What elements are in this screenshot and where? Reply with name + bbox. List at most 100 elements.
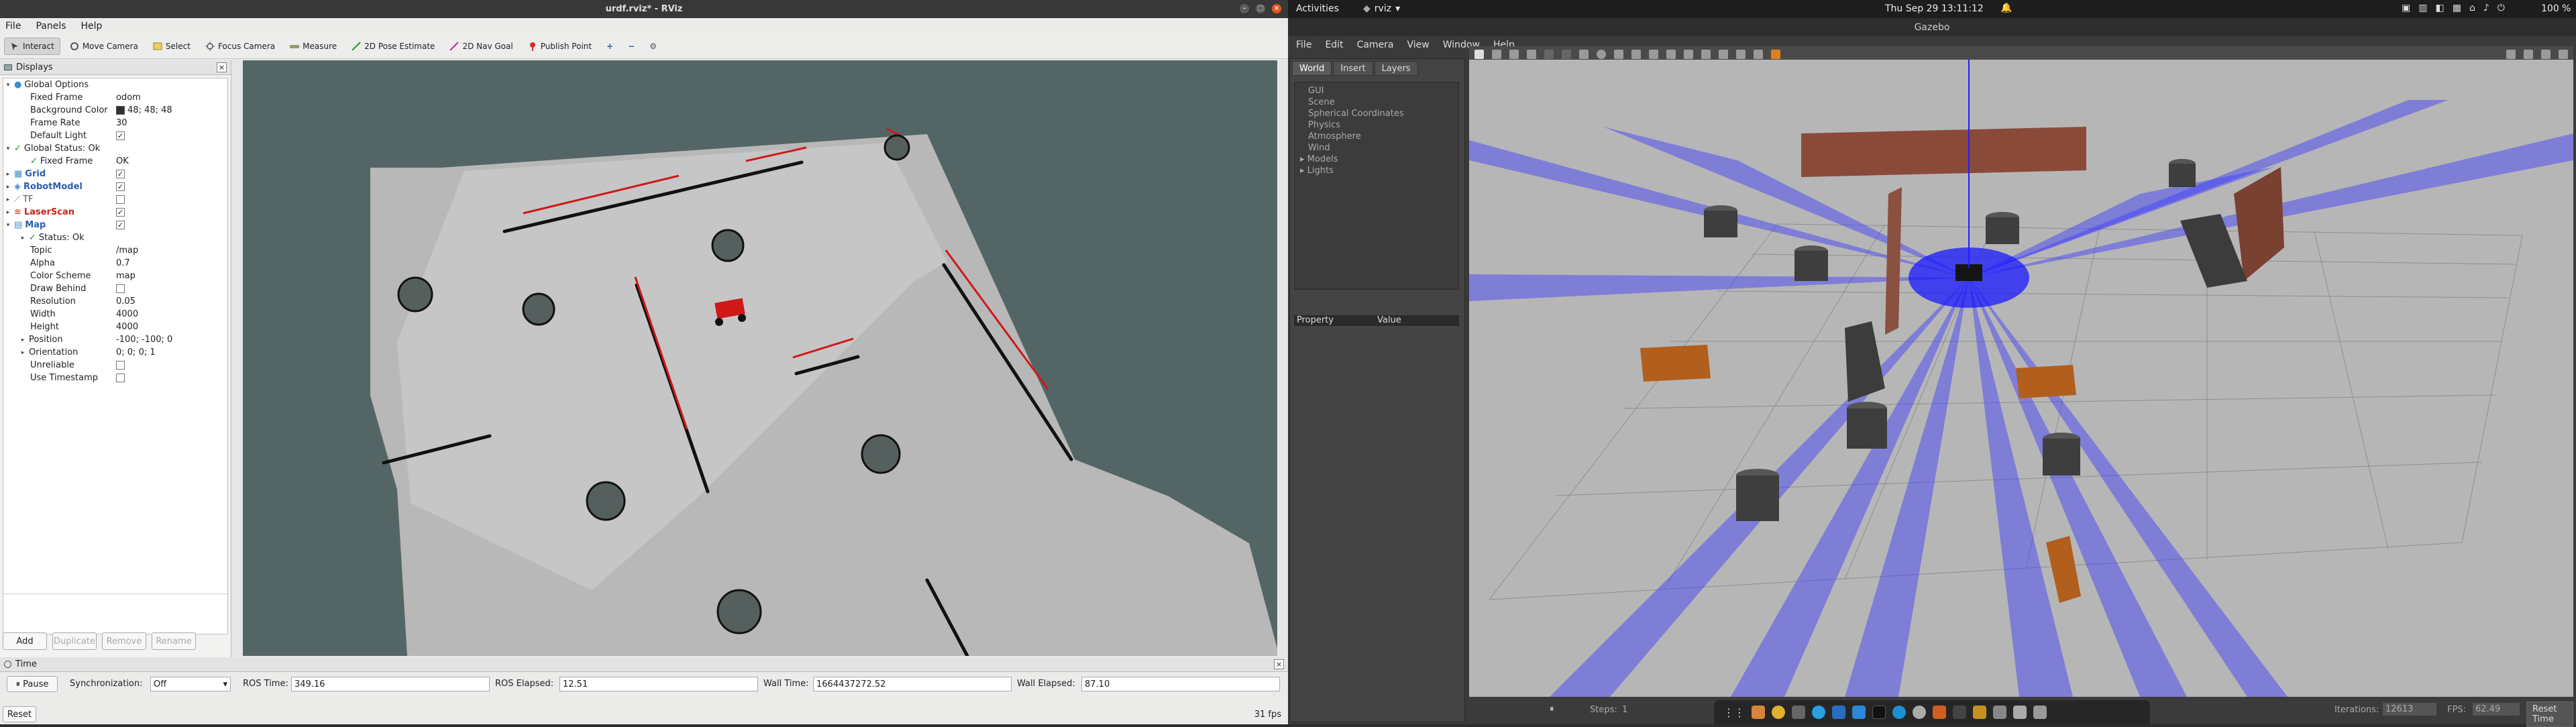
cylinder-shape-icon[interactable]	[1614, 50, 1623, 59]
tree-row-orientation[interactable]: ▸ Orientation 0; 0; 0; 1	[3, 346, 227, 359]
chevron-down-icon[interactable]: ▾	[5, 146, 11, 152]
minimize-icon[interactable]: –	[1240, 4, 1249, 13]
chevron-right-icon[interactable]: ▸	[5, 209, 11, 216]
gazebo-3d-scene[interactable]	[1469, 60, 2573, 697]
chevron-right-icon[interactable]: ▸	[5, 197, 11, 203]
scale-mode-icon[interactable]	[1527, 50, 1536, 59]
tree-row-fixed-frame[interactable]: Fixed Frame odom	[3, 91, 227, 104]
tree-item-gui[interactable]: GUI	[1308, 85, 1458, 97]
tree-item-wind[interactable]: Wind	[1308, 142, 1458, 154]
chevron-right-icon[interactable]: ▸	[19, 349, 26, 356]
reset-time-button[interactable]: Reset Time	[2526, 702, 2573, 727]
window-icon[interactable]	[1993, 706, 2006, 719]
interact-button[interactable]: Interact	[4, 38, 60, 55]
add-tool-button[interactable]: +	[601, 38, 619, 54]
robot-app-icon[interactable]	[1973, 706, 1986, 719]
panel-splitter[interactable]	[232, 60, 243, 656]
vscode-icon[interactable]	[1852, 706, 1866, 719]
tree-row-alpha[interactable]: Alpha 0.7	[3, 257, 227, 270]
video-icon[interactable]	[2559, 50, 2568, 59]
tree-row-fixed-frame-status[interactable]: ✓ Fixed Frame OK	[3, 155, 227, 168]
ros-elapsed-field[interactable]: 12.51	[559, 677, 758, 691]
focus-camera-button[interactable]: Focus Camera	[200, 38, 280, 54]
chevron-down-icon[interactable]: ▾	[5, 82, 11, 89]
point-light-icon[interactable]	[1631, 50, 1641, 59]
publish-point-button[interactable]: Publish Point	[523, 38, 597, 54]
tree-row-unreliable[interactable]: Unreliable	[3, 359, 227, 372]
menu-edit[interactable]: Edit	[1325, 40, 1343, 50]
rviz-icon[interactable]	[1953, 706, 1966, 719]
wall-elapsed-field[interactable]: 87.10	[1081, 677, 1280, 691]
value[interactable]: 0.7	[116, 258, 130, 268]
robot-model-checkbox[interactable]: ✓	[116, 182, 125, 191]
tree-item-spherical-coordinates[interactable]: Spherical Coordinates	[1308, 108, 1458, 119]
unreliable-checkbox[interactable]	[116, 361, 125, 370]
directional-light-icon[interactable]	[1666, 50, 1676, 59]
log-icon[interactable]	[2524, 50, 2533, 59]
select-mode-icon[interactable]	[1474, 50, 1484, 59]
remove-tool-button[interactable]: −	[623, 38, 640, 54]
grid-checkbox[interactable]: ✓	[116, 170, 125, 178]
menu-help[interactable]: Help	[81, 21, 103, 32]
redo-icon[interactable]	[1562, 50, 1571, 59]
duplicate-button[interactable]: Duplicate	[52, 632, 97, 650]
tab-insert[interactable]: Insert	[1333, 61, 1373, 76]
tree-row-tf[interactable]: ▸ ⟋ TF	[3, 193, 227, 206]
value[interactable]: map	[116, 271, 136, 281]
editor-icon[interactable]	[1832, 706, 1845, 719]
menu-panels[interactable]: Panels	[36, 21, 66, 32]
paste-icon[interactable]	[1701, 50, 1711, 59]
app-menu[interactable]: ◆ rviz ▾	[1363, 3, 1400, 14]
tree-row-grid[interactable]: ▸ ▦ Grid ✓	[3, 168, 227, 180]
magnet-icon[interactable]	[1754, 50, 1763, 59]
tree-item-scene[interactable]: Scene	[1308, 97, 1458, 108]
chevron-down-icon[interactable]: ▾	[5, 222, 11, 229]
move-camera-button[interactable]: Move Camera	[64, 38, 144, 54]
menu-view[interactable]: View	[1407, 40, 1430, 50]
tree-row-map-status[interactable]: ▸ ✓ Status: Ok	[3, 231, 227, 244]
value[interactable]: odom	[116, 93, 141, 103]
gear-icon[interactable]	[1913, 706, 1926, 719]
system-tray[interactable]: ▣ ▥ ◧ ▦ ⌂ ♪ ⏻	[2402, 3, 2505, 13]
tree-row-width[interactable]: Width 4000	[3, 308, 227, 321]
terminal-icon[interactable]	[1872, 706, 1886, 719]
tree-item-atmosphere[interactable]: Atmosphere	[1308, 131, 1458, 142]
tree-row-color-scheme[interactable]: Color Scheme map	[3, 270, 227, 282]
tf-checkbox[interactable]	[116, 195, 125, 204]
app-grid-icon[interactable]: ⋮⋮	[1723, 706, 1745, 719]
steps-value[interactable]: 1	[1622, 705, 1627, 715]
tree-row-default-light[interactable]: Default Light ✓	[3, 129, 227, 142]
files-icon[interactable]	[1752, 706, 1765, 719]
wall-time-field[interactable]: 1664437272.52	[813, 677, 1012, 691]
sync-select[interactable]: Off ▾	[150, 677, 231, 691]
tree-row-frame-rate[interactable]: Frame Rate 30	[3, 117, 227, 129]
snap-icon[interactable]	[1736, 50, 1746, 59]
tree-row-map[interactable]: ▾ ▤ Map ✓	[3, 219, 227, 231]
gazebo-icon[interactable]	[1933, 706, 1946, 719]
screen-icon[interactable]	[2013, 706, 2027, 719]
tree-row-position[interactable]: ▸ Position -100; -100; 0	[3, 333, 227, 346]
draw-behind-checkbox[interactable]	[116, 284, 125, 293]
skype-icon[interactable]	[1812, 706, 1825, 719]
chevron-right-icon[interactable]: ▸	[19, 235, 26, 241]
pause-button[interactable]: ⏸ Pause	[7, 676, 58, 692]
add-button[interactable]: Add	[3, 632, 47, 650]
close-icon[interactable]: ×	[217, 62, 227, 72]
ros-time-field[interactable]: 349.16	[291, 677, 490, 691]
chrome-icon[interactable]	[1772, 706, 1785, 719]
nav-goal-button[interactable]: 2D Nav Goal	[444, 38, 518, 54]
rename-button[interactable]: Rename	[152, 632, 196, 650]
rviz-3d-viewport[interactable]	[243, 60, 1277, 656]
tree-item-models[interactable]: ▸ Models	[1300, 154, 1458, 165]
tree-row-robot-model[interactable]: ▸ ◈ RobotModel ✓	[3, 180, 227, 193]
measure-button[interactable]: Measure	[284, 38, 342, 54]
remove-button[interactable]: Remove	[102, 632, 146, 650]
pose-estimate-button[interactable]: 2D Pose Estimate	[346, 38, 440, 54]
select-button[interactable]: Select	[148, 38, 196, 54]
tree-row-laser-scan[interactable]: ▸ ≋ LaserScan ✓	[3, 206, 227, 219]
spot-light-icon[interactable]	[1649, 50, 1658, 59]
chevron-right-icon[interactable]: ▸	[5, 171, 11, 178]
tree-row-background-color[interactable]: Background Color 48; 48; 48	[3, 104, 227, 117]
tree-row-use-timestamp[interactable]: Use Timestamp	[3, 372, 227, 384]
menu-camera[interactable]: Camera	[1357, 40, 1394, 50]
